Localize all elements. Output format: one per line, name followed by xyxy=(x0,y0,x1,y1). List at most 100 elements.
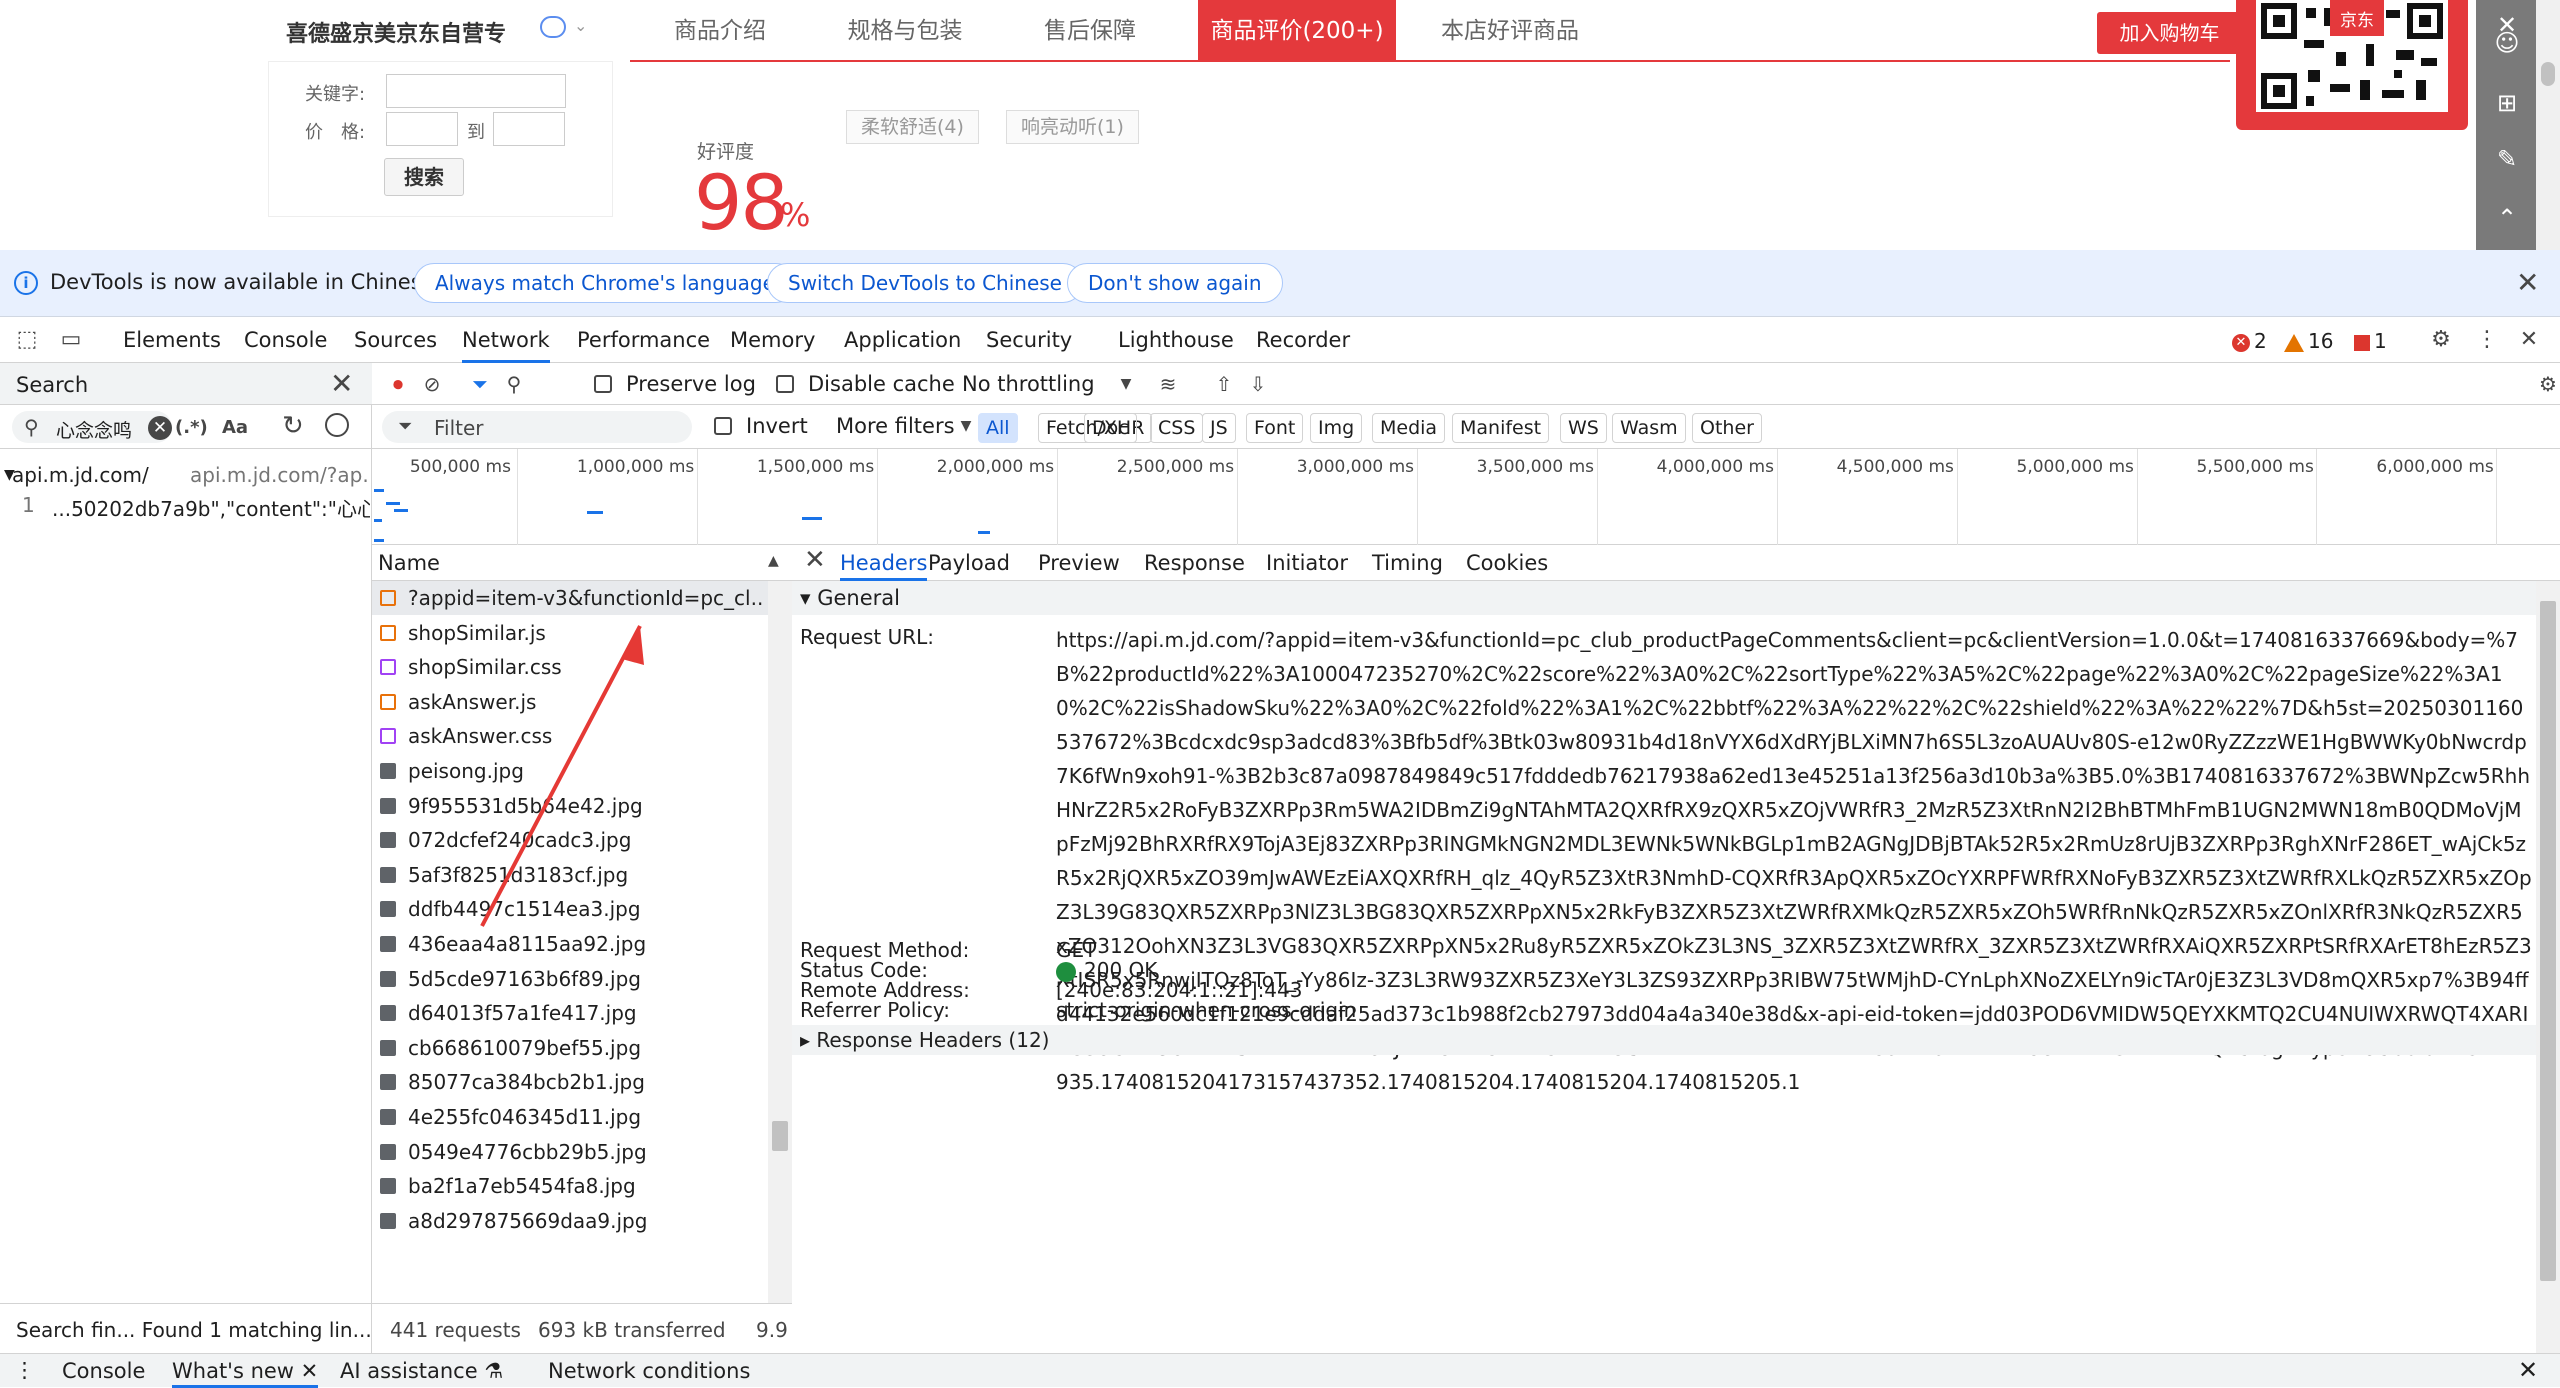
details-scroll-thumb[interactable] xyxy=(2540,601,2556,1281)
match-case-toggle[interactable]: Aa xyxy=(222,417,248,438)
shop-search-button[interactable]: 搜索 xyxy=(384,158,464,196)
more-menu-icon[interactable]: ⋮ xyxy=(2474,327,2500,353)
export-har-icon[interactable]: ⇩ xyxy=(1246,372,1270,396)
network-conditions-icon[interactable]: ≋ xyxy=(1156,372,1180,396)
response-headers-section-header[interactable]: ▸ Response Headers (12) xyxy=(792,1025,2536,1055)
preserve-log-checkbox[interactable] xyxy=(594,375,612,393)
tab-reviews[interactable]: 商品评价(200+) xyxy=(1198,0,1396,62)
general-section-header[interactable]: ▾ General xyxy=(792,581,2536,615)
refresh-icon[interactable]: ↻ xyxy=(282,411,304,441)
close-icon[interactable]: ✕ xyxy=(2516,266,2539,299)
clear-icon[interactable]: ⊘ xyxy=(420,372,444,396)
more-filters-dropdown[interactable]: More filters xyxy=(836,414,955,438)
invert-checkbox[interactable] xyxy=(714,417,732,435)
request-row[interactable]: ddfb4497c1514ea3.jpg xyxy=(372,892,768,926)
request-row[interactable]: 072dcfef240cadc3.jpg xyxy=(372,823,768,857)
close-icon[interactable]: ✕ xyxy=(301,1359,319,1383)
tab-cookies[interactable]: Cookies xyxy=(1466,545,1548,581)
request-row[interactable]: ba2f1a7eb5454fa8.jpg xyxy=(372,1169,768,1203)
requests-scroll-thumb[interactable] xyxy=(772,1121,788,1151)
tab-application[interactable]: Application xyxy=(844,317,961,363)
filter-type-font[interactable]: Font xyxy=(1246,413,1304,443)
tab-security[interactable]: Security xyxy=(986,317,1072,363)
network-settings-icon[interactable]: ⚙ xyxy=(2536,372,2560,396)
switch-to-chinese-button[interactable]: Switch DevTools to Chinese xyxy=(767,263,1083,303)
settings-icon[interactable]: ⚙ xyxy=(2428,327,2454,353)
close-devtools-icon[interactable]: ✕ xyxy=(2516,327,2542,353)
warning-count[interactable]: 16 xyxy=(2284,329,2333,353)
request-row[interactable]: askAnswer.js xyxy=(372,685,768,719)
filter-type-ws[interactable]: WS xyxy=(1560,413,1607,443)
tab-after-sales[interactable]: 售后保障 xyxy=(1000,0,1180,62)
request-row[interactable]: askAnswer.css xyxy=(372,719,768,753)
drawer-tab-console[interactable]: Console xyxy=(62,1354,145,1388)
tab-sources[interactable]: Sources xyxy=(354,317,437,363)
shop-name[interactable]: 喜德盛京美京东自营专 xyxy=(286,16,506,48)
name-column-header[interactable]: Name xyxy=(378,551,440,575)
record-stop-icon[interactable]: ⏺ xyxy=(386,372,410,396)
import-har-icon[interactable]: ⇧ xyxy=(1212,372,1236,396)
cancel-search-icon[interactable] xyxy=(325,413,349,437)
regex-toggle[interactable]: (.*) xyxy=(175,417,208,438)
filter-type-all[interactable]: All xyxy=(978,413,1018,443)
edit-icon[interactable]: ✎ xyxy=(2494,146,2520,172)
device-toolbar-icon[interactable]: ▭ xyxy=(58,327,84,353)
add-to-cart-button[interactable]: 加入购物车 xyxy=(2097,12,2242,54)
clear-search-icon[interactable]: ✕ xyxy=(148,416,172,440)
tab-specs[interactable]: 规格与包装 xyxy=(810,0,1000,62)
request-row[interactable]: 436eaa4a8115aa92.jpg xyxy=(372,927,768,961)
search-icon[interactable]: ⚲ xyxy=(502,372,526,396)
request-row[interactable]: 5af3f8251d3183cf.jpg xyxy=(372,858,768,892)
cart-icon[interactable]: ⊞ xyxy=(2494,90,2520,116)
close-details-icon[interactable]: ✕ xyxy=(804,545,826,575)
request-row[interactable]: cb668610079bef55.jpg xyxy=(372,1031,768,1065)
close-icon[interactable]: ✕ xyxy=(330,367,353,400)
back-to-top-icon[interactable]: ⌃ xyxy=(2494,205,2520,231)
search-result-match[interactable]: ...50202db7a9b","content":"心心... xyxy=(52,493,370,522)
requests-scrollbar[interactable] xyxy=(768,581,792,1303)
filter-type-wasm[interactable]: Wasm xyxy=(1612,413,1686,443)
inspect-element-icon[interactable]: ⬚ xyxy=(14,327,40,353)
tab-performance[interactable]: Performance xyxy=(577,317,710,363)
drawer-menu-icon[interactable]: ⋮ xyxy=(14,1358,35,1382)
price-min-input[interactable] xyxy=(386,112,458,146)
filter-type-other[interactable]: Other xyxy=(1692,413,1762,443)
request-row[interactable]: shopSimilar.css xyxy=(372,650,768,684)
user-icon[interactable]: ☺ xyxy=(2494,30,2520,56)
tab-network[interactable]: Network xyxy=(462,317,550,363)
tab-good-products[interactable]: 本店好评商品 xyxy=(1410,0,1610,62)
request-row[interactable]: peisong.jpg xyxy=(372,754,768,788)
filter-type-manifest[interactable]: Manifest xyxy=(1452,413,1550,443)
chevron-down-icon[interactable]: ▼ xyxy=(1114,372,1138,396)
page-scroll-thumb[interactable] xyxy=(2541,62,2555,86)
request-row[interactable]: shopSimilar.js xyxy=(372,616,768,650)
filter-type-js[interactable]: JS xyxy=(1202,413,1236,443)
tab-timing[interactable]: Timing xyxy=(1372,545,1443,581)
chevron-down-icon[interactable]: ⌄ xyxy=(574,16,587,35)
request-row[interactable]: 85077ca384bcb2b1.jpg xyxy=(372,1065,768,1099)
issues-count[interactable]: 1 xyxy=(2354,329,2387,353)
dont-show-again-button[interactable]: Don't show again xyxy=(1067,263,1283,303)
tab-lighthouse[interactable]: Lighthouse xyxy=(1118,317,1234,363)
filter-type-css[interactable]: CSS xyxy=(1150,413,1204,443)
request-row[interactable]: 5d5cde97163b6f89.jpg xyxy=(372,962,768,996)
request-row[interactable]: ?appid=item-v3&functionId=pc_cl... xyxy=(372,581,768,615)
chat-icon[interactable] xyxy=(540,16,566,38)
tab-initiator[interactable]: Initiator xyxy=(1266,545,1348,581)
tab-intro[interactable]: 商品介绍 xyxy=(630,0,810,62)
request-row[interactable]: 0549e4776cbb29b5.jpg xyxy=(372,1135,768,1169)
review-tag[interactable]: 柔软舒适(4) xyxy=(846,110,979,144)
tab-preview[interactable]: Preview xyxy=(1038,545,1120,581)
tab-elements[interactable]: Elements xyxy=(123,317,221,363)
tab-recorder[interactable]: Recorder xyxy=(1256,317,1350,363)
drawer-tab-network-conditions[interactable]: Network conditions xyxy=(548,1354,750,1388)
drawer-tab-ai-assistance[interactable]: AI assistance ⚗ xyxy=(340,1354,503,1388)
close-drawer-icon[interactable]: ✕ xyxy=(2518,1356,2538,1384)
network-overview-timeline[interactable]: 500,000 ms 1,000,000 ms 1,500,000 ms 2,000,… xyxy=(372,449,2560,545)
filter-type-doc[interactable]: Doc xyxy=(1084,413,1137,443)
review-tag[interactable]: 响亮动听(1) xyxy=(1006,110,1139,144)
filter-type-img[interactable]: Img xyxy=(1310,413,1363,443)
filter-icon[interactable]: ⏷ xyxy=(468,372,492,396)
filter-input[interactable]: ⏷ Filter xyxy=(382,411,692,443)
drawer-tab-whats-new[interactable]: What's new ✕ xyxy=(172,1354,319,1388)
